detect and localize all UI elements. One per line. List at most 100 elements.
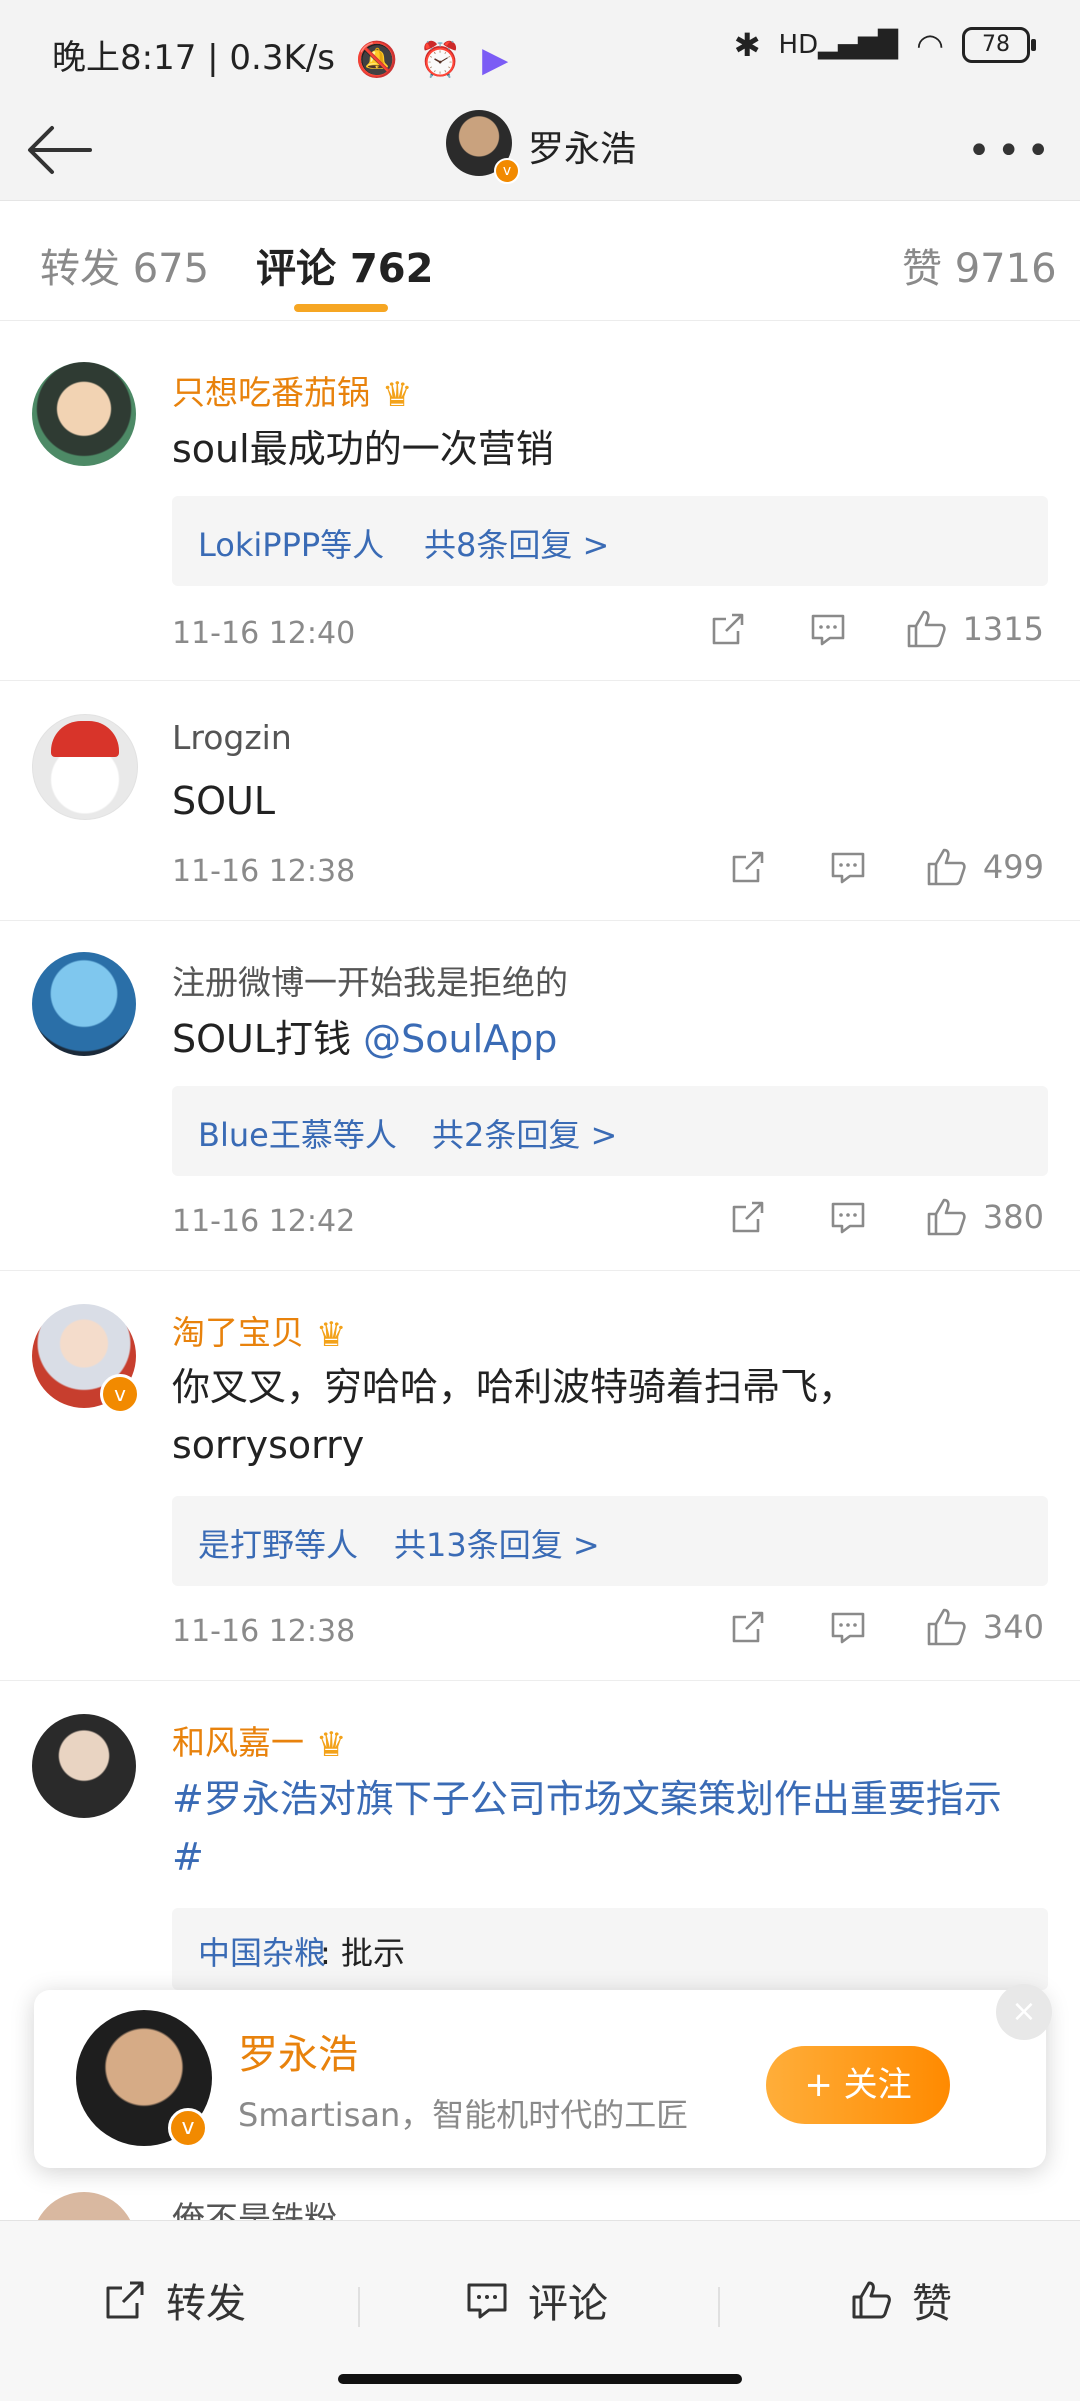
comment-text-body: SOUL打钱: [172, 1017, 352, 1061]
follow-card: v 罗永浩 Smartisan，智能机时代的工匠 + 关注 ×: [34, 1984, 1052, 2168]
follow-card-name[interactable]: 罗永浩: [238, 2022, 358, 2080]
verified-badge-icon: v: [494, 158, 520, 184]
like-button[interactable]: 499: [923, 844, 1044, 890]
back-arrow-icon[interactable]: [24, 118, 94, 182]
replies-names: Blue王慕等人: [198, 1116, 397, 1154]
comment-time: 11-16 12:40: [172, 616, 356, 651]
commenter-name-text: 只想吃番茄锅: [172, 373, 370, 412]
comment-label: 评论: [528, 2281, 608, 2327]
bell-off-icon: 🔕: [355, 39, 399, 80]
commenter-avatar[interactable]: [32, 1714, 136, 1818]
share-icon[interactable]: [713, 847, 783, 887]
commenter-name[interactable]: 淘了宝贝 ♛: [172, 1306, 346, 1355]
reply-icon[interactable]: [813, 1607, 883, 1647]
commenter-avatar[interactable]: [32, 714, 138, 820]
follow-button[interactable]: + 关注: [766, 2046, 950, 2124]
divider: [718, 2287, 720, 2327]
like-count: 380: [982, 1198, 1044, 1236]
bluetooth-icon: ✱: [733, 26, 761, 64]
share-icon[interactable]: [713, 1607, 783, 1647]
comment-item: 和风嘉一 ♛ #罗永浩对旗下子公司市场文案策划作出重要指示# 中国杂粮 : 批示: [0, 1680, 1080, 1990]
repost-label: 转发: [166, 2281, 246, 2327]
like-button[interactable]: 380: [923, 1194, 1044, 1240]
tab-repost-label: 转发: [40, 246, 120, 292]
commenter-name[interactable]: 和风嘉一 ♛: [172, 1716, 346, 1765]
replies-preview[interactable]: LokiPPP等人 共8条回复 >: [172, 496, 1048, 586]
crown-icon: ♛: [316, 1725, 347, 1765]
tabs-bar: 转发 675 评论 762 赞 9716: [0, 200, 1080, 321]
commenter-avatar[interactable]: [32, 952, 136, 1056]
comment-text: SOUL: [172, 779, 276, 823]
commenter-avatar[interactable]: [32, 2192, 136, 2220]
tab-comments-count: 762: [349, 246, 434, 292]
tab-likes-label: 赞: [902, 246, 942, 292]
comment-time: 11-16 12:38: [172, 1614, 356, 1649]
topic-link[interactable]: #罗永浩对旗下子公司市场文案策划作出重要指示#: [172, 1770, 1032, 1886]
signal-icon: HD▂▄▆█: [778, 30, 899, 60]
commenter-name[interactable]: 俺不是铁粉: [172, 2192, 337, 2220]
battery-icon: 78: [962, 27, 1036, 63]
thumbs-up-icon: [852, 2281, 891, 2319]
active-tab-indicator: [294, 304, 388, 312]
comment-actions: 340: [713, 1604, 1044, 1650]
commenter-name-text: 和风嘉一: [172, 1723, 304, 1762]
commenter-name-text: 淘了宝贝: [172, 1313, 304, 1352]
home-indicator[interactable]: [338, 2374, 742, 2384]
verified-badge-icon: v: [100, 1374, 140, 1414]
divider: [358, 2287, 360, 2327]
status-bar: 晚上8:17 | 0.3K/s 🔕 ⏰ ▶ ✱ HD▂▄▆█ ◠ 78: [0, 0, 1080, 100]
close-icon[interactable]: ×: [996, 1984, 1052, 2040]
comment-button[interactable]: 评论: [464, 2271, 608, 2329]
replies-preview[interactable]: 中国杂粮 : 批示: [172, 1908, 1048, 1990]
comment-item: 注册微博一开始我是拒绝的 SOUL打钱 @SoulApp Blue王慕等人 共2…: [0, 920, 1080, 1271]
replies-preview[interactable]: Blue王慕等人 共2条回复 >: [172, 1086, 1048, 1176]
comment-time: 11-16 12:38: [172, 854, 356, 889]
comment-text: 你叉叉，穷哈哈，哈利波特骑着扫帚飞，sorrysorry: [172, 1365, 857, 1467]
network-label: HD: [778, 30, 819, 60]
nav-bar: v 罗永浩 •••: [0, 100, 1080, 201]
comment-actions: 499: [713, 844, 1044, 890]
reply-author[interactable]: 中国杂粮: [198, 1928, 326, 1974]
more-options-icon[interactable]: •••: [967, 128, 1056, 174]
comment-item: Lrogzin SOUL 11-16 12:38 499: [0, 680, 1080, 921]
alarm-icon: ⏰: [418, 39, 462, 80]
status-time: 晚上8:17 | 0.3K/s: [52, 38, 335, 78]
comment-text: SOUL打钱 @SoulApp: [172, 1010, 1032, 1068]
like-bottom-button[interactable]: 赞: [848, 2271, 952, 2329]
like-label: 赞: [912, 2281, 952, 2327]
tab-comments[interactable]: 评论 762: [256, 236, 433, 294]
replies-count: 共8条回复 >: [424, 526, 610, 564]
verified-badge-icon: v: [168, 2108, 208, 2148]
mention-link[interactable]: @SoulApp: [363, 1017, 557, 1061]
repost-button[interactable]: 转发: [102, 2271, 246, 2329]
like-button[interactable]: 340: [923, 1604, 1044, 1650]
play-icon: ▶: [482, 39, 509, 80]
replies-preview[interactable]: 是打野等人 共13条回复 >: [172, 1496, 1048, 1586]
commenter-name[interactable]: Lrogzin: [172, 718, 292, 757]
share-icon[interactable]: [713, 1197, 783, 1237]
commenter-name[interactable]: 只想吃番茄锅 ♛: [172, 366, 412, 415]
replies-count: 共2条回复 >: [432, 1116, 618, 1154]
like-count: 1315: [962, 610, 1044, 648]
replies-names: LokiPPP等人: [198, 526, 385, 564]
share-icon[interactable]: [693, 609, 763, 649]
replies-count: 共13条回复 >: [394, 1526, 600, 1564]
reply-text: : 批示: [320, 1934, 405, 1972]
crown-icon: ♛: [382, 375, 413, 415]
battery-level: 78: [982, 32, 1010, 57]
reply-icon[interactable]: [813, 1197, 883, 1237]
crown-icon: ♛: [316, 1315, 347, 1355]
like-button[interactable]: 1315: [903, 606, 1044, 652]
tab-likes[interactable]: 赞 9716: [902, 236, 1057, 294]
follow-card-desc: Smartisan，智能机时代的工匠: [238, 2096, 689, 2134]
replies-names: 是打野等人: [198, 1526, 359, 1564]
commenter-name[interactable]: 注册微博一开始我是拒绝的: [172, 956, 568, 1004]
header-title[interactable]: 罗永浩: [528, 120, 636, 172]
tab-comments-label: 评论: [256, 246, 336, 292]
tab-repost-count: 675: [132, 246, 210, 292]
tab-repost[interactable]: 转发 675: [40, 236, 209, 294]
comment-time: 11-16 12:42: [172, 1204, 356, 1239]
reply-icon[interactable]: [813, 847, 883, 887]
commenter-avatar[interactable]: [32, 362, 136, 466]
reply-icon[interactable]: [793, 609, 863, 649]
